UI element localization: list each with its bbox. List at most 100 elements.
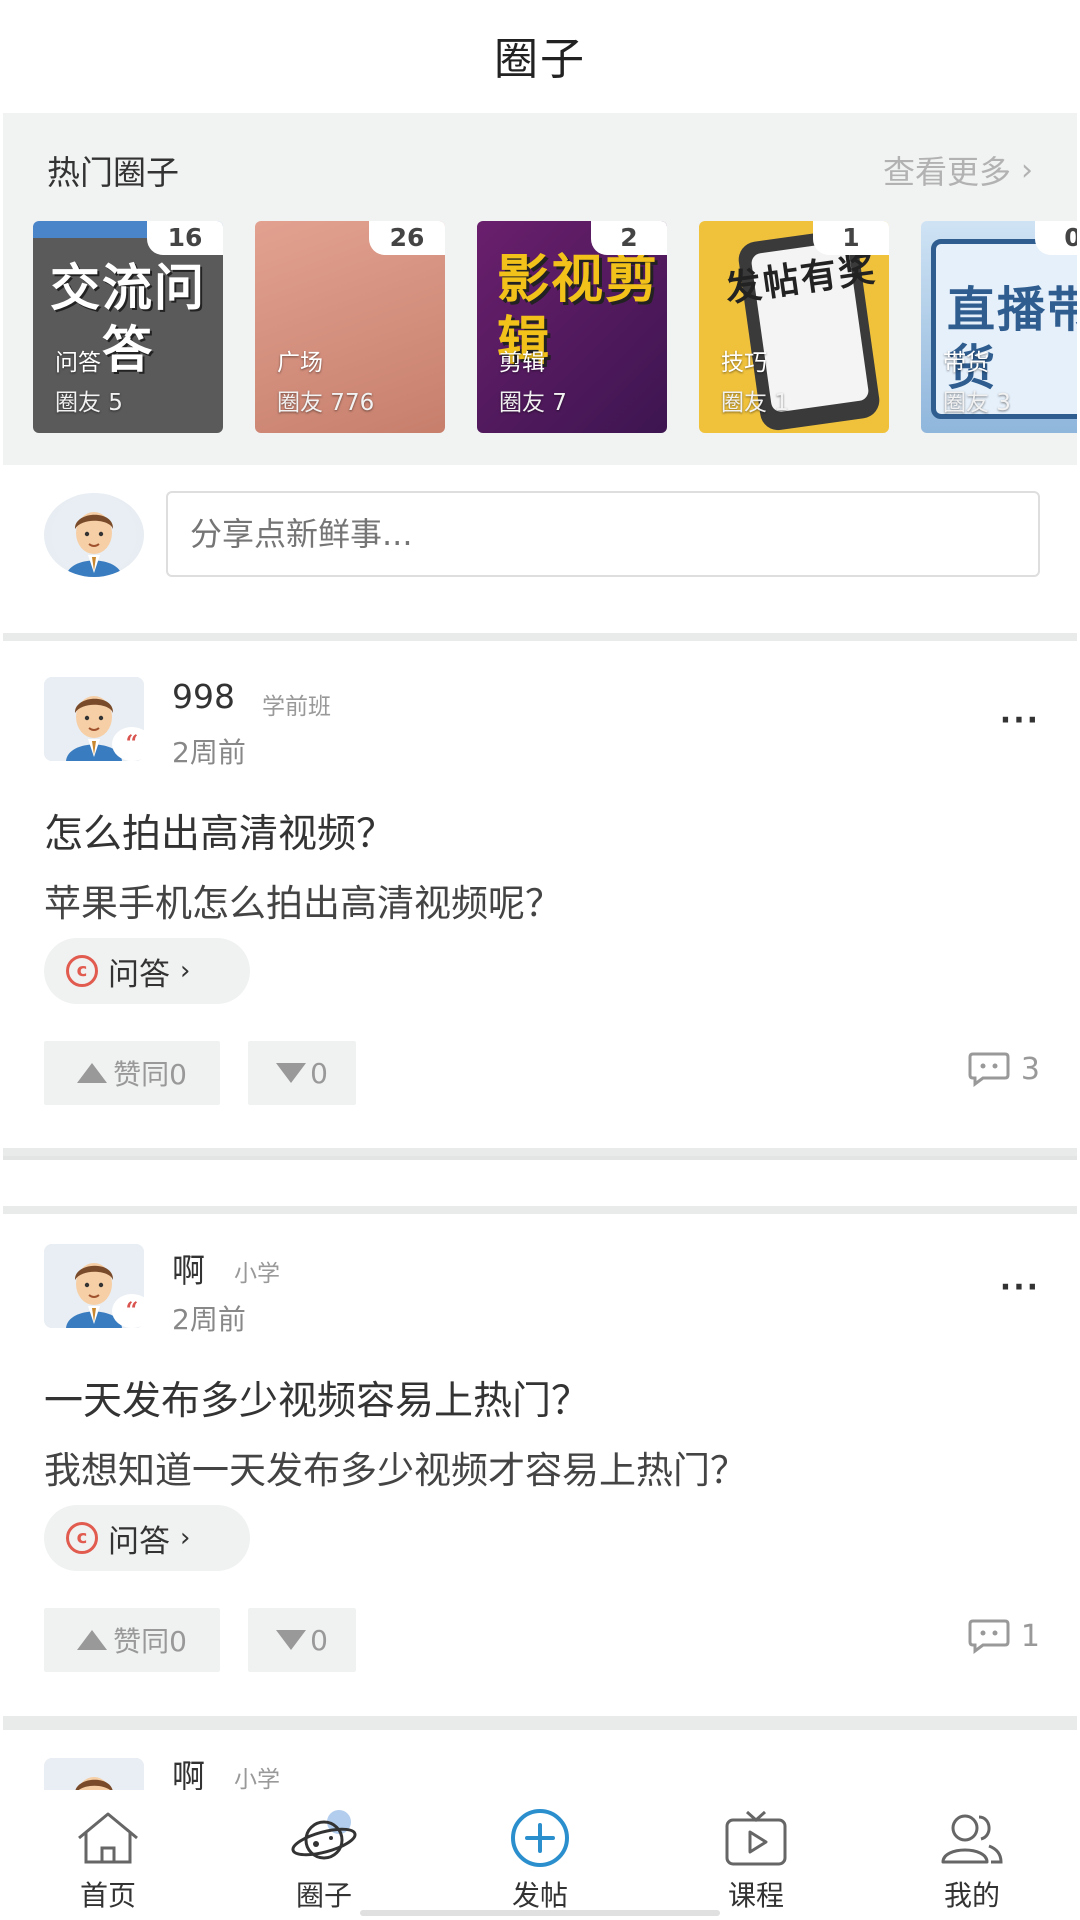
circle-card-name: 带货	[943, 350, 989, 376]
circle-card-badge: 2	[591, 221, 667, 255]
post-card[interactable]: “ 998 学前班 2周前 ··· 怎么拍出高清视频？ 苹果手机怎么拍出高清视频…	[0, 653, 1080, 1148]
circle-card-badge: 0	[1035, 221, 1077, 255]
tab-label: 首页	[79, 1879, 136, 1912]
view-more-link[interactable]: 查看更多 ›	[883, 147, 1033, 193]
post-tag-label: 问答	[108, 1523, 170, 1560]
circle-card-name: 问答	[55, 350, 101, 376]
circle-card-members: 圈友 3	[943, 390, 1011, 416]
view-more-label: 查看更多	[882, 153, 1011, 191]
circle-card-badge: 26	[369, 221, 445, 255]
users-icon	[941, 1814, 1003, 1864]
downvote-button[interactable]: 0	[248, 1608, 356, 1672]
circle-card-sales[interactable]: 直播带货 0 带货 圈友 3	[921, 221, 1077, 433]
divider	[3, 1206, 1077, 1214]
post-body[interactable]: 我想知道一天发布多少视频才容易上热门？	[44, 1440, 747, 1494]
tab-post[interactable]: 发帖	[432, 1790, 648, 1920]
quote-badge-icon: “	[112, 1294, 152, 1328]
home-icon	[78, 1812, 138, 1864]
comments-button[interactable]: 3	[967, 1051, 1040, 1087]
tab-course[interactable]: 课程	[648, 1790, 864, 1920]
downvote-count: 0	[310, 1623, 328, 1657]
tab-label: 课程	[727, 1879, 784, 1912]
triangle-down-icon	[276, 1063, 307, 1083]
tab-mine[interactable]: 我的	[864, 1790, 1080, 1920]
avatar-illustration	[52, 493, 136, 577]
quote-badge-icon: “	[112, 727, 152, 761]
upvote-button[interactable]: 赞同0	[44, 1608, 220, 1672]
upvote-label: 赞同0	[113, 1058, 187, 1091]
post-card-partial[interactable]: 啊 小学	[0, 1736, 1080, 1790]
triangle-up-icon	[77, 1630, 108, 1650]
post-time: 2周前	[172, 1303, 246, 1336]
upvote-label: 赞同0	[113, 1625, 187, 1658]
post-user-grade: 学前班	[262, 694, 331, 720]
divider	[3, 1156, 1077, 1160]
bottom-tab-bar: 首页 圈子 发帖 课程 我的	[0, 1790, 1080, 1920]
comment-count: 1	[1020, 1618, 1040, 1654]
post-tag-chip[interactable]: c 问答 ›	[44, 1505, 250, 1571]
qa-icon: c	[66, 1522, 98, 1554]
post-username[interactable]: 啊	[172, 1244, 205, 1292]
circle-card-qa[interactable]: 交流问答 16 问答 圈友 5	[33, 221, 223, 433]
triangle-down-icon	[276, 1630, 307, 1650]
chevron-right-icon: ›	[1021, 152, 1033, 188]
post-title[interactable]: 怎么拍出高清视频？	[44, 803, 395, 859]
circle-card-members: 圈友 7	[499, 390, 567, 416]
more-options-icon[interactable]: ···	[1000, 1270, 1040, 1305]
comment-count: 3	[1020, 1051, 1040, 1087]
post-tag-chip[interactable]: c 问答 ›	[44, 938, 250, 1004]
avatar[interactable]	[44, 493, 144, 577]
circle-card-art-text: 直播带货	[947, 282, 1077, 396]
tv-play-icon	[725, 1810, 787, 1866]
top-bar: 圈子	[0, 0, 1080, 110]
divider	[3, 633, 1077, 641]
circle-card-name: 技巧	[721, 350, 767, 376]
qa-icon: c	[66, 955, 98, 987]
circle-card-name: 剪辑	[499, 350, 545, 376]
hot-circles-header: 热门圈子 查看更多 ›	[47, 145, 1033, 195]
hot-circles-label: 热门圈子	[47, 153, 179, 192]
post-body[interactable]: 苹果手机怎么拍出高清视频呢？	[44, 873, 562, 927]
circle-card-members: 圈友 776	[277, 390, 375, 416]
upvote-button[interactable]: 赞同0	[44, 1041, 220, 1105]
divider	[3, 1716, 1077, 1724]
circle-card-tips[interactable]: 发帖有奖 1 技巧 圈友 1	[699, 221, 889, 433]
circle-card-editing[interactable]: 影视剪辑 2 剪辑 圈友 7	[477, 221, 667, 433]
tab-label: 发帖	[511, 1879, 568, 1912]
comments-button[interactable]: 1	[967, 1618, 1040, 1654]
planet-icon	[291, 1810, 357, 1860]
post-composer	[0, 465, 1080, 633]
post-card[interactable]: “ 啊 小学 2周前 ··· 一天发布多少视频容易上热门？ 我想知道一天发布多少…	[0, 1220, 1080, 1715]
plus-circle-icon	[511, 1809, 569, 1867]
post-username[interactable]: 998	[172, 677, 235, 716]
tab-label: 我的	[943, 1879, 1000, 1912]
triangle-up-icon	[77, 1063, 108, 1083]
circle-card-square[interactable]: 26 广场 圈友 776	[255, 221, 445, 433]
divider	[3, 1148, 1077, 1156]
circle-card-badge: 1	[813, 221, 889, 255]
post-title[interactable]: 一天发布多少视频容易上热门？	[44, 1370, 590, 1426]
post-user-grade: 小学	[234, 1261, 280, 1287]
avatar[interactable]	[44, 1758, 144, 1790]
share-input[interactable]	[166, 491, 1040, 577]
chevron-right-icon: ›	[180, 1523, 191, 1553]
circle-card-name: 广场	[277, 350, 323, 376]
home-indicator	[360, 1910, 720, 1916]
divider	[3, 1724, 1077, 1730]
circle-card-members: 圈友 5	[55, 390, 123, 416]
chevron-right-icon: ›	[180, 956, 191, 986]
post-username[interactable]: 啊	[172, 1750, 205, 1790]
hot-circles-carousel[interactable]: 交流问答 16 问答 圈友 5 26 广场 圈友 776 影视剪辑 2 剪辑 圈…	[33, 221, 1077, 436]
post-user-grade: 小学	[234, 1767, 280, 1790]
comment-icon	[968, 1619, 1010, 1654]
post-tag-label: 问答	[108, 956, 170, 993]
tab-home[interactable]: 首页	[0, 1790, 216, 1920]
tab-circle[interactable]: 圈子	[216, 1790, 432, 1920]
more-options-icon[interactable]: ···	[1000, 703, 1040, 738]
page-title: 圈子	[494, 34, 586, 85]
tab-label: 圈子	[295, 1879, 352, 1912]
comment-icon	[968, 1052, 1010, 1087]
hot-circles-section: 热门圈子 查看更多 › 交流问答 16 问答 圈友 5 26 广场 圈友 776…	[3, 113, 1077, 465]
downvote-button[interactable]: 0	[248, 1041, 356, 1105]
post-time: 2周前	[172, 736, 246, 769]
